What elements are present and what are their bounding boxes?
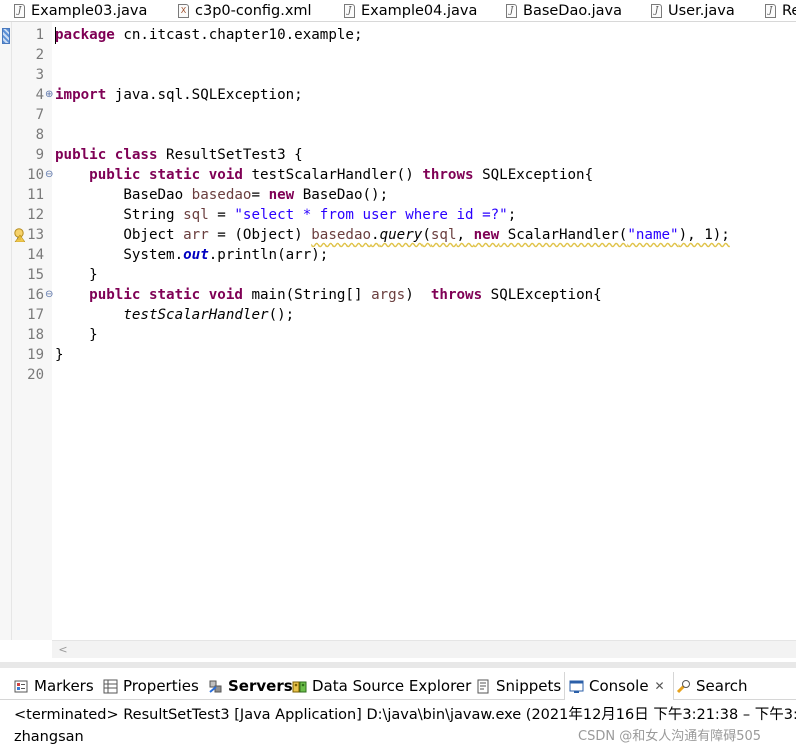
line-number: 17 <box>27 307 44 323</box>
java-file-icon: J <box>765 4 776 18</box>
line-number: 1 <box>35 27 44 43</box>
tab-label: Servers <box>228 677 293 695</box>
fold-collapse-icon[interactable]: ⊖ <box>45 165 53 185</box>
code-line: } <box>55 327 98 343</box>
tab-label: Snippets <box>496 677 562 695</box>
console-icon <box>569 680 584 693</box>
tab-label: Search <box>696 677 748 695</box>
line-number: 20 <box>27 367 44 383</box>
line-number: 18 <box>27 327 44 343</box>
code-line: public static void main(String[] args) t… <box>89 287 602 303</box>
fold-expand-icon[interactable]: ⊕ <box>45 85 53 105</box>
java-file-icon: J <box>344 4 355 18</box>
line-number: 14 <box>27 247 44 263</box>
line-number: 16 <box>27 287 44 303</box>
line-number: 10 <box>27 167 44 183</box>
line-number: 8 <box>35 127 44 143</box>
tab-label: Example04.java <box>361 3 478 19</box>
scroll-left-arrow-icon[interactable]: < <box>56 642 70 658</box>
servers-icon <box>209 680 222 693</box>
tab-label: Markers <box>34 677 94 695</box>
java-file-icon: J <box>651 4 662 18</box>
code-line: public class ResultSetTest3 { <box>55 147 303 163</box>
bottom-panel: Markers Properties Servers Data Source E… <box>0 662 796 747</box>
text-cursor <box>55 27 56 44</box>
tab-basedao[interactable]: J BaseDao.java <box>506 0 622 21</box>
line-number: 4 <box>35 87 44 103</box>
tab-label: Console <box>589 677 649 695</box>
tab-label: Example03.java <box>31 3 148 19</box>
fold-collapse-icon[interactable]: ⊖ <box>45 285 53 305</box>
editor-tab-bar: J Example03.java X c3p0-config.xml J Exa… <box>0 0 796 22</box>
line-number: 12 <box>27 207 44 223</box>
java-file-icon: J <box>506 4 517 18</box>
tab-label: BaseDao.java <box>523 3 622 19</box>
java-file-icon: J <box>14 4 25 18</box>
tab-user[interactable]: J User.java <box>651 0 735 21</box>
line-number: 19 <box>27 347 44 363</box>
tab-console[interactable]: Console ✕ <box>564 672 674 700</box>
horizontal-scrollbar[interactable]: < <box>52 640 796 658</box>
tab-servers[interactable]: Servers <box>208 672 293 700</box>
code-editor[interactable]: 1 2 3 4 7 8 9 10 11 12 13 14 15 16 17 18… <box>0 22 796 662</box>
code-line: String sql = "select * from user where i… <box>55 207 517 223</box>
view-tab-bar: Markers Properties Servers Data Source E… <box>0 672 796 700</box>
markers-icon <box>14 680 28 692</box>
code-text[interactable]: package cn.itcast.chapter10.example; imp… <box>55 22 796 640</box>
tab-properties[interactable]: Properties <box>103 672 199 700</box>
tab-snippets[interactable]: Snippets <box>476 672 561 700</box>
tab-label: User.java <box>668 3 735 19</box>
tab-example04[interactable]: J Example04.java <box>344 0 478 21</box>
tab-c3p0-config[interactable]: X c3p0-config.xml <box>178 0 312 21</box>
tab-label: Re <box>782 3 796 19</box>
tab-label: c3p0-config.xml <box>195 3 312 19</box>
line-number: 2 <box>35 47 44 63</box>
xml-file-icon: X <box>178 4 189 18</box>
code-line: package cn.itcast.chapter10.example; <box>55 27 363 43</box>
data-source-explorer-icon <box>292 681 307 692</box>
line-number: 15 <box>27 267 44 283</box>
code-line: } <box>55 347 64 363</box>
code-line: System.out.println(arr); <box>55 247 329 263</box>
line-number-gutter: 1 2 3 4 7 8 9 10 11 12 13 14 15 16 17 18… <box>12 22 53 640</box>
tab-example03[interactable]: J Example03.java <box>14 0 148 21</box>
watermark: CSDN @和女人沟通有障碍505 <box>578 729 762 744</box>
bookmark-icon <box>2 28 10 44</box>
tab-label: Properties <box>123 677 199 695</box>
line-number: 9 <box>35 147 44 163</box>
close-icon[interactable]: ✕ <box>655 679 665 693</box>
line-number: 11 <box>27 187 44 203</box>
code-line: import java.sql.SQLException; <box>55 87 303 103</box>
tab-data-source-explorer[interactable]: Data Source Explorer <box>292 672 471 700</box>
tab-search[interactable]: Search <box>676 672 748 700</box>
code-line: testScalarHandler(); <box>123 307 295 323</box>
code-line: public static void testScalarHandler() t… <box>89 167 594 183</box>
code-line: BaseDao basedao= new BaseDao(); <box>55 187 389 203</box>
console-output[interactable]: zhangsan <box>14 727 84 747</box>
code-line: Object arr = (Object) basedao.query(sql,… <box>55 227 730 243</box>
tab-markers[interactable]: Markers <box>14 672 94 700</box>
line-number: 7 <box>35 107 44 123</box>
tab-resultsettest[interactable]: J Re <box>765 0 796 21</box>
snippets-icon <box>477 679 489 693</box>
warning-lightbulb-icon[interactable] <box>13 228 25 242</box>
tab-label: Data Source Explorer <box>312 677 472 695</box>
overview-ruler <box>0 22 12 640</box>
search-icon <box>676 679 690 693</box>
properties-icon <box>103 679 118 693</box>
code-line: } <box>55 267 98 283</box>
line-number: 3 <box>35 67 44 83</box>
console-status-line: <terminated> ResultSetTest3 [Java Applic… <box>14 707 796 723</box>
